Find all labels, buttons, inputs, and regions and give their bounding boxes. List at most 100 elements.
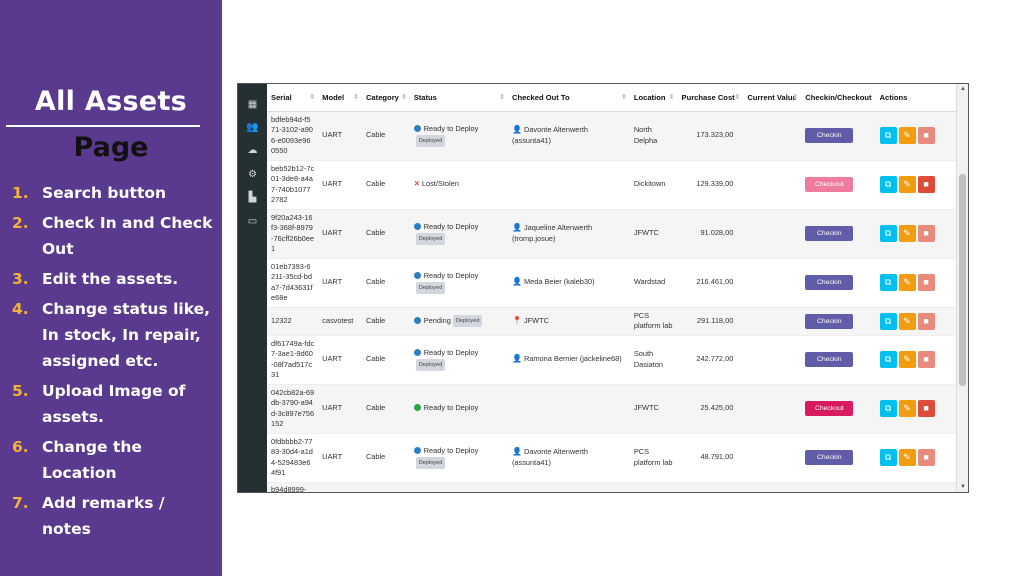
checked-out-to-text[interactable]: Ramona Bernier (jackeline68) bbox=[524, 354, 622, 363]
table-row[interactable]: 0fdbbbb2-7783-30d4-a1d4-529483e64f91 UAR… bbox=[267, 433, 957, 482]
serial-cell[interactable]: df61749a-fdc7-3ae1-9d60-08f7ad517c31 bbox=[267, 335, 318, 384]
pencil-icon[interactable]: ✎ bbox=[898, 351, 916, 368]
clone-icon[interactable]: ⧉ bbox=[879, 127, 897, 144]
column-header-serial[interactable]: Serial ⬍ bbox=[267, 84, 319, 112]
checked-out-to-cell[interactable]: 📍 JFWTC bbox=[508, 307, 630, 335]
location-cell[interactable]: Dickitown bbox=[630, 160, 678, 209]
location-cell[interactable]: Wardstad bbox=[630, 258, 678, 307]
checked-out-to-cell[interactable]: 👤 Jaqueline Altenwerth (tromp.josue) bbox=[508, 209, 630, 258]
clone-icon[interactable]: ⧉ bbox=[879, 400, 897, 417]
category-cell: Cable bbox=[365, 130, 386, 140]
location-cell[interactable]: PCS platform lab bbox=[630, 307, 678, 335]
clone-icon[interactable]: ⧉ bbox=[879, 274, 897, 291]
checkin-button[interactable]: Checkin bbox=[805, 352, 854, 367]
pencil-icon[interactable]: ✎ bbox=[898, 176, 916, 193]
table-row[interactable]: b94d8999- bbox=[267, 482, 957, 492]
checked-out-to-cell[interactable]: 👤 Davonte Altenwerth (assunta41) bbox=[508, 433, 630, 482]
location-cell bbox=[630, 482, 678, 492]
barcode-icon[interactable]: ▦ bbox=[246, 98, 259, 111]
table-row[interactable]: beb52b12-7c01-3de8-a4a7-740b10772782 UAR… bbox=[267, 160, 957, 209]
checked-out-to-text[interactable]: Meda Beier (kaleb30) bbox=[524, 277, 595, 286]
sort-icon: ⬍ bbox=[499, 93, 505, 101]
checked-out-to-text[interactable]: JFWTC bbox=[524, 316, 549, 325]
users-icon[interactable]: 👥 bbox=[246, 121, 259, 134]
pencil-icon[interactable]: ✎ bbox=[898, 274, 916, 291]
clone-icon[interactable]: ⧉ bbox=[879, 225, 897, 242]
pencil-icon[interactable]: ✎ bbox=[898, 400, 916, 417]
serial-cell[interactable]: 0fdbbbb2-7783-30d4-a1d4-529483e64f91 bbox=[267, 433, 318, 482]
sort-icon: ⬍ bbox=[400, 93, 407, 101]
serial-cell[interactable]: 9f20a243-16f3-368f-8979-76cff26b0ee1 bbox=[267, 209, 318, 258]
trash-icon[interactable]: ■ bbox=[917, 351, 935, 368]
checked-out-to-text[interactable]: Jaqueline Altenwerth (tromp.josue) bbox=[512, 223, 592, 243]
purchase-cost-cell: 173.323,00 bbox=[696, 130, 734, 140]
serial-cell[interactable]: b94d8999- bbox=[267, 482, 318, 493]
trash-icon[interactable]: ■ bbox=[917, 225, 935, 242]
trash-icon[interactable]: ■ bbox=[917, 127, 935, 144]
clone-icon[interactable]: ⧉ bbox=[879, 351, 897, 368]
location-cell[interactable]: JFWTC bbox=[630, 209, 678, 258]
sort-icon: ⬍ bbox=[620, 93, 627, 101]
column-header-location[interactable]: Location ⬍ bbox=[629, 84, 678, 112]
column-header-category[interactable]: Category ⬍ bbox=[361, 84, 410, 112]
current-value-cell bbox=[743, 482, 801, 492]
trash-icon[interactable]: ■ bbox=[917, 312, 935, 330]
table-row[interactable]: 12322 casvotest Cable Pending Deployed 📍 J… bbox=[267, 307, 957, 335]
gear-icon[interactable]: ⚙ bbox=[246, 168, 259, 181]
pencil-icon[interactable]: ✎ bbox=[898, 312, 916, 330]
trash-icon[interactable]: ■ bbox=[917, 176, 935, 193]
cloud-icon[interactable]: ☁ bbox=[246, 144, 259, 157]
checked-out-to-text[interactable]: Davonte Altenwerth (assunta41) bbox=[512, 125, 588, 145]
checkin-button[interactable]: Checkin bbox=[805, 275, 854, 290]
column-header-model[interactable]: Model ⬍ bbox=[318, 84, 362, 112]
status-text: Lost/Stolen bbox=[421, 179, 459, 189]
checked-out-to-cell[interactable]: 👤 Davonte Altenwerth (assunta41) bbox=[508, 111, 630, 160]
column-header-checked-out-to[interactable]: Checked Out To ⬍ bbox=[507, 84, 630, 112]
checked-out-to-text[interactable]: Davonte Altenwerth (assunta41) bbox=[512, 447, 588, 467]
table-row[interactable]: 9f20a243-16f3-368f-8979-76cff26b0ee1 UAR… bbox=[267, 209, 957, 258]
vertical-scrollbar[interactable]: ▲ ▼ bbox=[956, 84, 968, 492]
chart-icon[interactable]: ▙ bbox=[246, 191, 259, 204]
clone-icon[interactable]: ⧉ bbox=[879, 449, 897, 466]
location-cell[interactable]: JFWTC bbox=[630, 384, 678, 433]
trash-icon[interactable]: ■ bbox=[917, 449, 935, 466]
table-row[interactable]: 042cb82a-69db-3790-a94d-3c897e756152 UAR… bbox=[267, 384, 957, 433]
clone-icon[interactable]: ⧉ bbox=[879, 312, 897, 330]
serial-cell[interactable]: bdfeb94d-f571-3102-a906-e0093e960550 bbox=[267, 111, 318, 160]
clone-icon[interactable]: ⧉ bbox=[879, 176, 897, 193]
location-cell[interactable]: North Delpha bbox=[630, 111, 678, 160]
location-cell[interactable]: South Dasiaton bbox=[630, 335, 678, 384]
checked-out-to-cell[interactable]: 👤 Meda Beier (kaleb30) bbox=[508, 258, 630, 307]
column-label: Model bbox=[322, 92, 345, 102]
column-header-current-value[interactable]: Current Value ⬍ bbox=[743, 84, 802, 112]
checked-out-to-cell[interactable]: 👤 Ramona Bernier (jackeline68) bbox=[508, 335, 630, 384]
table-row[interactable]: df61749a-fdc7-3ae1-9d60-08f7ad517c31 UAR… bbox=[267, 335, 957, 384]
laptop-icon[interactable]: ▭ bbox=[246, 215, 259, 228]
pencil-icon[interactable]: ✎ bbox=[898, 449, 916, 466]
table-row[interactable]: bdfeb94d-f571-3102-a906-e0093e960550 UAR… bbox=[267, 111, 957, 160]
checkout-button[interactable]: Checkout bbox=[805, 401, 854, 416]
serial-cell[interactable]: 042cb82a-69db-3790-a94d-3c897e756152 bbox=[267, 384, 318, 433]
column-label: Status bbox=[413, 92, 437, 102]
scrollbar-thumb[interactable] bbox=[959, 174, 966, 386]
location-cell[interactable]: PCS platform lab bbox=[630, 433, 678, 482]
checkin-button[interactable]: Checkin bbox=[805, 313, 854, 329]
scroll-up-arrow-icon[interactable]: ▲ bbox=[960, 86, 966, 92]
checkout-button[interactable]: Checkout bbox=[805, 177, 854, 192]
serial-cell[interactable]: beb52b12-7c01-3de8-a4a7-740b10772782 bbox=[267, 160, 318, 209]
checkin-button[interactable]: Checkin bbox=[805, 226, 854, 241]
checkin-checkout-cell: Checkin bbox=[801, 209, 875, 258]
pencil-icon[interactable]: ✎ bbox=[898, 127, 916, 144]
pencil-icon[interactable]: ✎ bbox=[898, 225, 916, 242]
trash-icon[interactable]: ■ bbox=[917, 400, 935, 417]
table-row[interactable]: 01eb7393-6211-35cd-bda7-7d43631fe68e UAR… bbox=[267, 258, 957, 307]
serial-cell[interactable]: 01eb7393-6211-35cd-bda7-7d43631fe68e bbox=[267, 258, 318, 307]
scroll-down-arrow-icon[interactable]: ▼ bbox=[960, 484, 966, 490]
column-header-purchase-cost[interactable]: Purchase Cost ⬍ bbox=[677, 84, 744, 112]
checkin-button[interactable]: Checkin bbox=[805, 128, 854, 143]
checkin-button[interactable]: Checkin bbox=[805, 450, 854, 465]
purchase-cost-cell: 48.791,00 bbox=[700, 452, 734, 462]
column-header-status[interactable]: Status ⬍ bbox=[409, 84, 508, 112]
serial-cell[interactable]: 12322 bbox=[267, 307, 318, 335]
trash-icon[interactable]: ■ bbox=[917, 274, 935, 291]
